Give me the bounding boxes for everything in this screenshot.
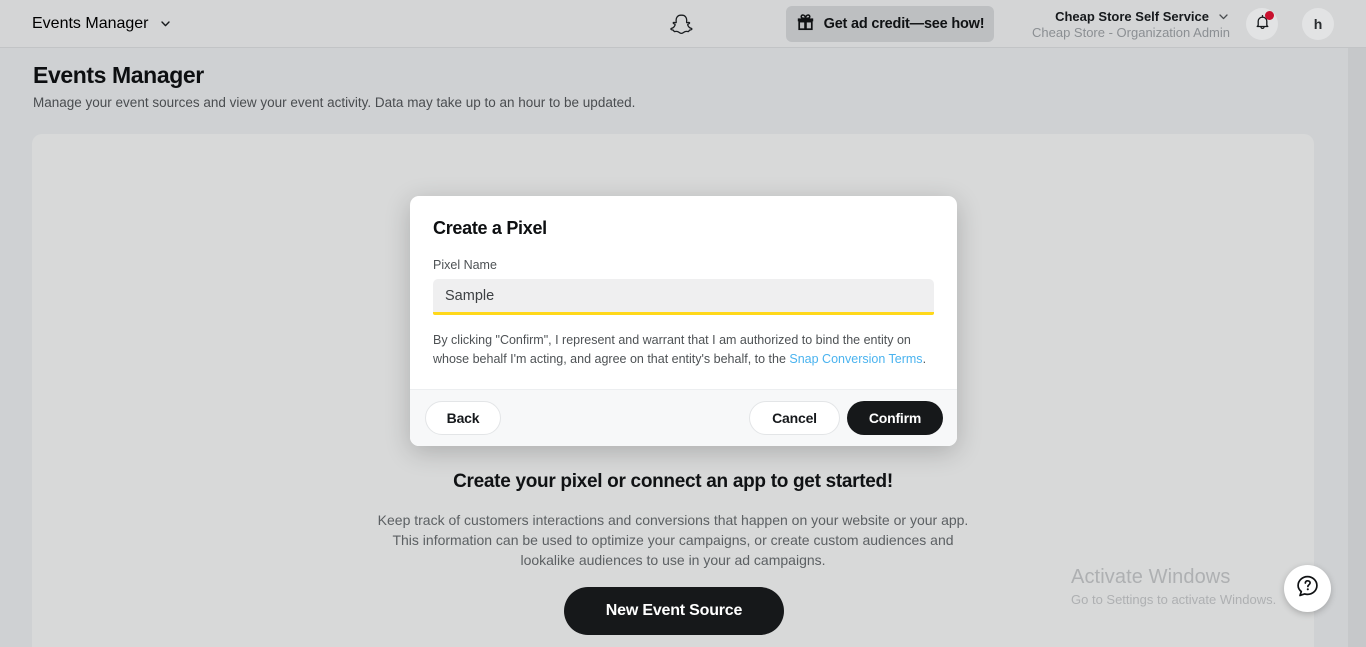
empty-state-title: Create your pixel or connect an app to g… xyxy=(32,471,1314,493)
brand-label: Events Manager xyxy=(32,15,149,33)
pixel-name-label: Pixel Name xyxy=(433,258,934,272)
legal-disclaimer: By clicking "Confirm", I represent and w… xyxy=(433,331,934,368)
account-name: Cheap Store Self Service xyxy=(1055,9,1209,24)
back-button[interactable]: Back xyxy=(425,401,501,435)
pixel-name-field-wrapper xyxy=(433,279,934,315)
snapchat-ghost-icon[interactable] xyxy=(666,10,698,40)
cancel-button[interactable]: Cancel xyxy=(749,401,840,435)
modal-body: Create a Pixel Pixel Name By clicking "C… xyxy=(410,196,957,368)
ad-credit-label: Get ad credit—see how! xyxy=(824,16,985,32)
account-switcher[interactable]: Cheap Store Self Service Cheap Store - O… xyxy=(1004,4,1230,44)
new-event-source-button[interactable]: New Event Source xyxy=(564,587,784,635)
ad-credit-button[interactable]: Get ad credit—see how! xyxy=(786,6,994,42)
empty-state-description: Keep track of customers interactions and… xyxy=(373,510,973,570)
notifications-button[interactable] xyxy=(1246,8,1278,40)
modal-title: Create a Pixel xyxy=(433,218,934,239)
question-mark-bubble-icon xyxy=(1295,574,1320,604)
gift-icon xyxy=(796,12,815,36)
help-button[interactable] xyxy=(1284,565,1331,612)
avatar[interactable]: h xyxy=(1302,8,1334,40)
legal-text-suffix: . xyxy=(923,352,926,366)
page-subtitle: Manage your event sources and view your … xyxy=(33,95,933,110)
snap-conversion-terms-link[interactable]: Snap Conversion Terms xyxy=(789,352,922,366)
brand-menu[interactable]: Events Manager xyxy=(32,15,172,33)
confirm-button[interactable]: Confirm xyxy=(847,401,943,435)
page-title: Events Manager xyxy=(33,62,933,89)
account-subtitle: Cheap Store - Organization Admin xyxy=(1004,25,1230,40)
page-header: Events Manager Manage your event sources… xyxy=(33,62,933,110)
chevron-down-icon xyxy=(1217,10,1230,23)
modal-footer: Back Cancel Confirm xyxy=(410,389,957,446)
top-navigation-bar: Events Manager Get ad credit—see how! Ch… xyxy=(0,0,1366,48)
avatar-initial: h xyxy=(1314,16,1323,32)
notification-badge xyxy=(1265,11,1274,20)
create-pixel-modal: Create a Pixel Pixel Name By clicking "C… xyxy=(410,196,957,446)
right-scroll-rail[interactable] xyxy=(1348,48,1366,647)
chevron-down-icon xyxy=(159,17,172,30)
pixel-name-input[interactable] xyxy=(433,279,934,315)
